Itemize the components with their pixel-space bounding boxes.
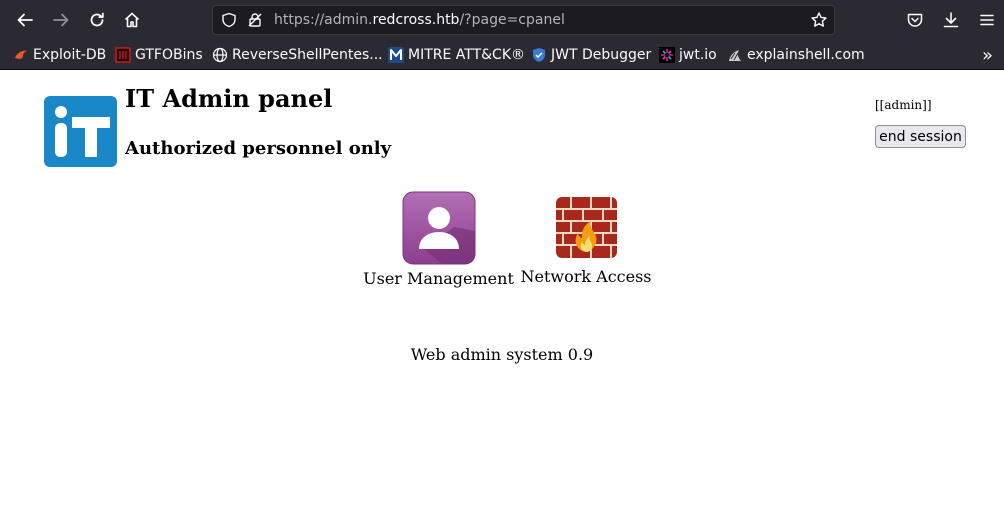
globe-icon <box>212 47 228 63</box>
mitre-icon <box>388 47 404 63</box>
bookmark-label: ReverseShellPentes... <box>232 47 383 63</box>
footer-version: Web admin system 0.9 <box>410 345 594 364</box>
bookmark-jwt-io[interactable]: jwt.io <box>659 45 717 65</box>
url-text[interactable]: https://admin.redcross.htb/?page=cpanel <box>274 12 565 28</box>
browser-toolbar: https://admin.redcross.htb/?page=cpanel <box>0 0 1004 41</box>
logged-in-user: [[admin]] <box>875 98 932 112</box>
bookmark-label: GTFOBins <box>135 47 203 63</box>
forward-button[interactable] <box>49 8 73 32</box>
end-session-button[interactable]: end session <box>875 125 966 148</box>
jwt-io-icon <box>659 47 675 63</box>
bookmark-mitre[interactable]: MITRE ATT&CK® <box>388 45 525 65</box>
bookmark-jwt-debugger[interactable]: JWT Debugger <box>531 45 651 65</box>
page-subtitle: Authorized personnel only <box>125 138 392 159</box>
pocket-button[interactable] <box>903 8 927 32</box>
downloads-button[interactable] <box>939 8 963 32</box>
back-button[interactable] <box>13 8 37 32</box>
menu-button[interactable] <box>975 8 999 32</box>
it-logo <box>44 96 117 167</box>
bookmarks-overflow-button[interactable]: » <box>982 44 994 66</box>
lock-warning-icon[interactable] <box>247 12 263 28</box>
bookmark-label: MITRE ATT&CK® <box>408 47 526 63</box>
bookmarks-bar: Exploit-DB GTFOBins ReverseShellPentes..… <box>0 41 1004 70</box>
page-title: IT Admin panel <box>125 84 333 113</box>
reload-icon <box>90 12 104 27</box>
home-button[interactable] <box>120 8 144 32</box>
pocket-icon <box>907 13 923 27</box>
chevron-double-right-icon: » <box>982 44 994 66</box>
url-path: /?page=cpanel <box>459 12 565 28</box>
it-logo-icon <box>55 106 110 157</box>
gtfobins-icon <box>115 47 131 63</box>
download-icon <box>943 12 959 28</box>
url-prefix: https://admin. <box>274 12 373 28</box>
url-bar[interactable]: https://admin.redcross.htb/?page=cpanel <box>212 5 835 35</box>
user-management-link[interactable]: User Management <box>363 191 514 288</box>
user-icon[interactable] <box>402 191 476 265</box>
bookmark-label: explainshell.com <box>747 47 865 63</box>
bookmark-label: jwt.io <box>679 47 717 63</box>
home-icon <box>124 12 140 28</box>
firewall-icon[interactable] <box>555 196 618 259</box>
bookmark-gtfobins[interactable]: GTFOBins <box>115 45 203 65</box>
bookmark-reverseshell[interactable]: ReverseShellPentes... <box>212 45 383 65</box>
url-domain: redcross.htb <box>372 12 460 28</box>
bookmark-explainshell[interactable]: explainshell.com <box>727 45 865 65</box>
forward-arrow-icon <box>53 13 69 27</box>
back-arrow-icon <box>17 13 33 27</box>
jwt-shield-icon <box>531 47 547 63</box>
network-access-label: Network Access <box>520 267 652 286</box>
exploit-db-icon <box>13 47 29 63</box>
network-access-link[interactable]: Network Access <box>520 196 652 286</box>
reload-button[interactable] <box>85 8 109 32</box>
hamburger-menu-icon <box>980 14 994 26</box>
bookmark-star-icon[interactable] <box>810 11 828 29</box>
tracking-shield-icon[interactable] <box>221 12 237 28</box>
bookmark-label: Exploit-DB <box>33 47 107 63</box>
user-management-label: User Management <box>363 269 514 288</box>
bookmark-label: JWT Debugger <box>551 47 652 63</box>
explainshell-icon <box>727 47 743 63</box>
bookmark-exploit-db[interactable]: Exploit-DB <box>13 45 106 65</box>
